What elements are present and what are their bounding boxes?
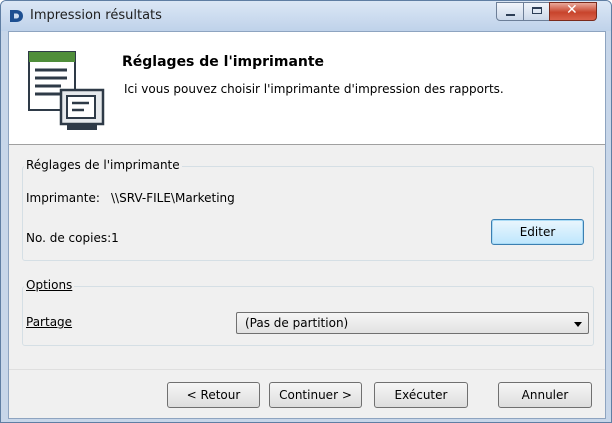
page-description: Ici vous pouvez choisir l'imprimante d'i… [124,82,504,96]
options-legend: Options [24,278,75,292]
dialog-client-area: Réglages de l'imprimante Ici vous pouvez… [8,31,606,419]
partage-label-text: Partage [26,315,73,329]
minimize-button[interactable] [496,2,524,21]
d-logo-icon [10,10,23,22]
printer-settings-group [22,166,594,261]
close-icon: ✕ [566,2,578,18]
close-button[interactable]: ✕ [549,2,597,21]
back-button[interactable]: < Retour [167,382,260,408]
printer-label: Imprimante: [26,191,100,205]
execute-button[interactable]: Exécuter [374,382,468,408]
cancel-button[interactable]: Annuler [498,382,592,408]
continue-button[interactable]: Continuer > [269,382,362,408]
partage-selected-value: (Pas de partition) [245,316,349,330]
dropdown-arrow-icon[interactable] [574,322,582,327]
wizard-header: Réglages de l'imprimante Ici vous pouvez… [9,32,605,145]
partage-select[interactable]: (Pas de partition) [236,312,589,334]
maximize-icon [532,7,542,14]
dialog-window: Impression résultats ✕ Réglages de l'imp… [0,0,612,423]
maximize-button[interactable] [523,2,550,21]
window-title: Impression résultats [30,8,162,23]
page-title: Réglages de l'imprimante [122,54,325,70]
printer-settings-legend: Réglages de l'imprimante [24,158,182,172]
printer-value: \\SRV-FILE\Marketing [111,191,235,205]
document-print-icon [28,51,105,130]
minimize-icon [506,14,515,16]
title-bar[interactable]: Impression résultats ✕ [1,1,611,31]
edit-button[interactable]: Editer [491,219,584,245]
copies-label: No. de copies:1 [26,231,119,245]
partage-label: Partage [26,315,72,329]
footer-separator [9,369,605,370]
